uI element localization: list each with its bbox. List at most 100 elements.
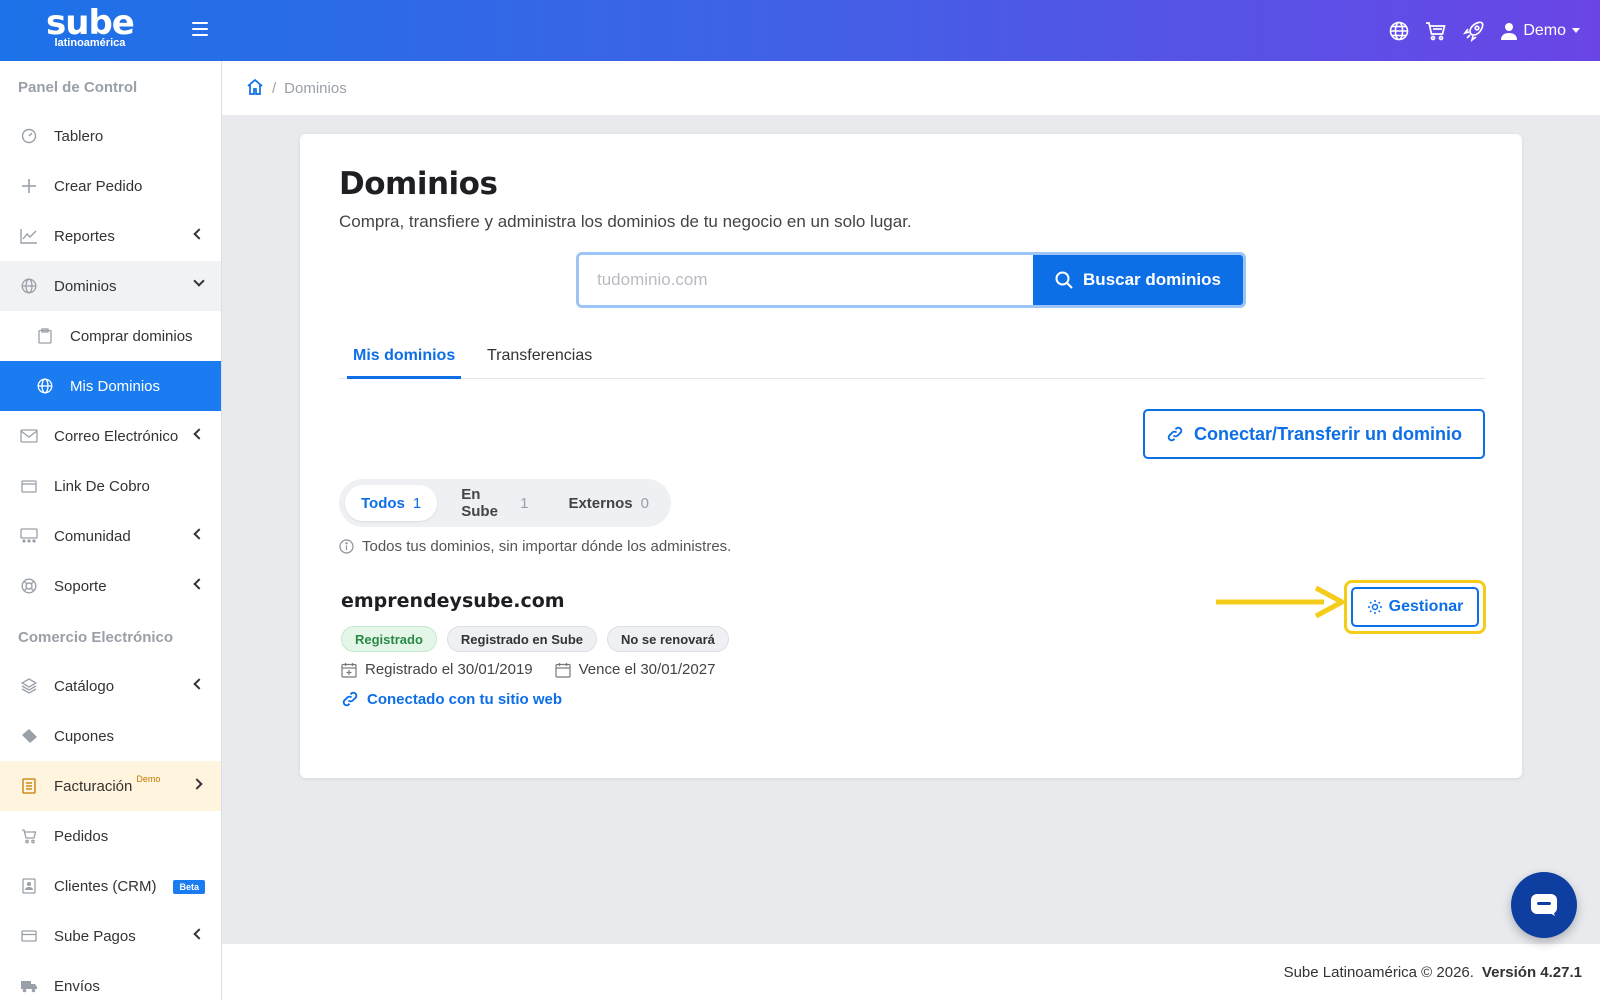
sidebar-label: Soporte: [54, 577, 107, 595]
sidebar-label: Mis Dominios: [70, 377, 161, 395]
sidebar-item-sube-pagos[interactable]: Sube Pagos: [0, 911, 221, 961]
domain-badges: Registrado Registrado en Sube No se reno…: [341, 626, 729, 652]
sidebar-label: Link De Cobro: [54, 477, 150, 495]
home-icon[interactable]: [246, 78, 264, 99]
sidebar-label: Dominios: [54, 277, 117, 295]
page-title: Dominios: [339, 166, 498, 202]
info-icon: [339, 539, 354, 554]
chevron-left-icon: [193, 928, 205, 940]
user-icon: [1501, 22, 1518, 40]
registrar-badge: Registrado en Sube: [446, 626, 597, 652]
domain-filter-group: Todos 1 En Sube 1 Externos 0: [339, 479, 671, 527]
sidebar-item-cupones[interactable]: Cupones: [0, 711, 221, 761]
sidebar-item-comprar-dominios[interactable]: Comprar dominios: [0, 311, 221, 361]
sidebar-item-facturacion[interactable]: Facturación Demo: [0, 761, 221, 811]
rocket-icon[interactable]: [1463, 20, 1485, 42]
sidebar-section-panel: Panel de Control: [18, 79, 138, 96]
globe-icon[interactable]: [1389, 21, 1409, 41]
sidebar-item-reportes[interactable]: Reportes: [0, 211, 221, 261]
sidebar-item-soporte[interactable]: Soporte: [0, 561, 221, 611]
tab-transferencias[interactable]: Transferencias: [481, 339, 598, 379]
ticket-icon: [20, 727, 38, 745]
menu-toggle-icon[interactable]: [192, 22, 208, 36]
domain-tabs: Mis dominios Transferencias: [339, 339, 1485, 379]
chat-widget-button[interactable]: [1511, 872, 1577, 938]
sidebar-item-link-cobro[interactable]: Link De Cobro: [0, 461, 221, 511]
sidebar-label: Facturación: [54, 777, 133, 795]
sidebar-item-dominios[interactable]: Dominios: [0, 261, 221, 311]
brand-logo[interactable]: sube latinoamérica: [46, 3, 135, 49]
connect-transfer-domain-button[interactable]: Conectar/Transferir un dominio: [1143, 409, 1485, 459]
user-menu[interactable]: Demo: [1501, 22, 1580, 40]
sidebar-item-pedidos[interactable]: Pedidos: [0, 811, 221, 861]
manage-button-label: Gestionar: [1388, 598, 1464, 615]
domain-name: emprendeysube.com: [341, 590, 565, 612]
logo-subtitle: latinoamérica: [54, 37, 126, 49]
sidebar-label: Crear Pedido: [54, 177, 143, 195]
expiry-date: Vence el 30/01/2027: [555, 661, 715, 678]
layers-icon: [20, 677, 38, 695]
plus-icon: [20, 177, 38, 195]
chart-line-icon: [20, 227, 38, 245]
domains-card: Dominios Compra, transfiere y administra…: [300, 134, 1522, 778]
gauge-icon: [20, 127, 38, 145]
link-icon: [342, 691, 358, 707]
globe-icon: [36, 377, 54, 395]
breadcrumb-current: Dominios: [284, 79, 347, 97]
connected-site-link[interactable]: Conectado con tu sitio web: [341, 690, 562, 708]
basket-icon: [20, 827, 38, 845]
site-link-label: Conectado con tu sitio web: [367, 690, 563, 708]
filter-count: 1: [412, 494, 422, 512]
renewal-badge: No se renovará: [606, 626, 729, 652]
footer: Sube Latinoamérica © 2026. Versión 4.27.…: [222, 944, 1600, 1000]
filter-externos[interactable]: Externos 0: [552, 485, 665, 521]
contact-card-icon: [20, 877, 38, 895]
filter-en-sube[interactable]: En Sube 1: [445, 485, 544, 521]
sidebar-item-crear-pedido[interactable]: Crear Pedido: [0, 161, 221, 211]
filter-todos[interactable]: Todos 1: [345, 485, 438, 521]
search-icon: [1055, 271, 1073, 289]
globe-icon: [20, 277, 38, 295]
search-domains-button[interactable]: Buscar dominios: [1033, 255, 1243, 305]
registered-text: Registrado el 30/01/2019: [365, 661, 533, 678]
sidebar-label: Catálogo: [54, 677, 115, 695]
invoice-icon: [20, 777, 38, 795]
cart-icon[interactable]: [1425, 21, 1447, 41]
filter-label: En Sube: [461, 486, 498, 520]
sidebar-label: Comunidad: [54, 527, 131, 545]
domain-dates: Registrado el 30/01/2019 Vence el 30/01/…: [341, 661, 715, 678]
filter-label: Externos: [568, 494, 633, 512]
clipboard-icon: [36, 327, 54, 345]
filter-info: Todos tus dominios, sin importar dónde l…: [339, 538, 731, 555]
sidebar-label: Reportes: [54, 227, 115, 245]
gear-icon: [1367, 600, 1382, 614]
truck-icon: [20, 977, 38, 995]
credit-card-icon: [20, 927, 38, 945]
breadcrumb-separator: /: [272, 79, 277, 97]
chevron-down-icon: [193, 275, 205, 287]
lifebuoy-icon: [20, 577, 38, 595]
sidebar-section-comercio: Comercio Electrónico: [18, 629, 174, 646]
logo-wordmark: sube: [46, 3, 135, 43]
chevron-left-icon: [193, 228, 205, 240]
sidebar-item-clientes[interactable]: Clientes (CRM) Beta: [0, 861, 221, 911]
sidebar-item-envios[interactable]: Envíos: [0, 961, 221, 1000]
manage-domain-button[interactable]: Gestionar: [1351, 587, 1479, 627]
chevron-left-icon: [193, 428, 205, 440]
sidebar-label: Comprar dominios: [70, 327, 193, 345]
domain-search-input[interactable]: [579, 255, 1033, 305]
sidebar-item-comunidad[interactable]: Comunidad: [0, 511, 221, 561]
sidebar-item-correo[interactable]: Correo Electrónico: [0, 411, 221, 461]
chevron-left-icon: [193, 528, 205, 540]
pointer-arrow-icon: [1216, 585, 1345, 619]
tab-mis-dominios[interactable]: Mis dominios: [347, 339, 462, 379]
sidebar-item-catalogo[interactable]: Catálogo: [0, 661, 221, 711]
breadcrumb: / Dominios: [222, 61, 1600, 115]
sidebar-label: Envíos: [54, 977, 100, 995]
filter-count: 1: [520, 494, 529, 512]
sidebar-label: Tablero: [54, 127, 104, 145]
filter-label: Todos: [361, 494, 405, 512]
sidebar-item-tablero[interactable]: Tablero: [0, 111, 221, 161]
sidebar-item-mis-dominios[interactable]: Mis Dominios: [0, 361, 221, 411]
info-text: Todos tus dominios, sin importar dónde l…: [362, 538, 732, 555]
